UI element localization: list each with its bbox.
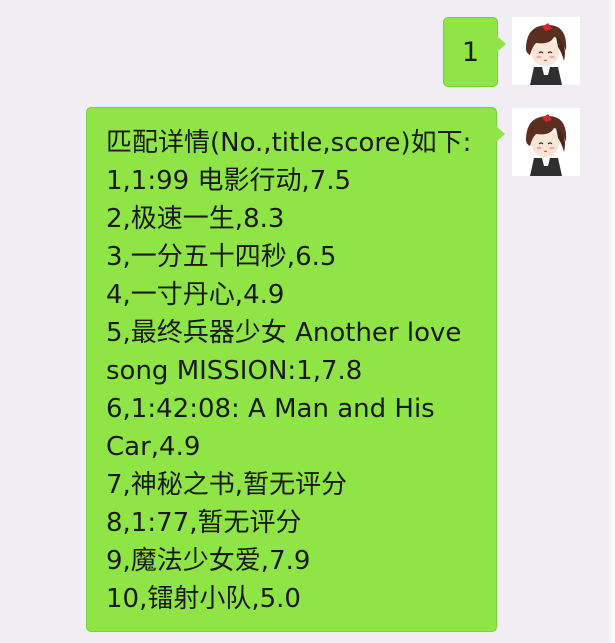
message-line: 9,魔法少女爱,7.9 — [106, 546, 311, 576]
message-line: 5,最终兵器少女 Another love — [106, 318, 462, 348]
message-line: 10,镭射小队,5.0 — [106, 584, 301, 614]
message-line: 匹配详情(No.,title,score)如下: — [106, 128, 472, 158]
avatar-icon — [512, 17, 580, 85]
message-line: 3,一分五十四秒,6.5 — [106, 242, 337, 272]
message-text: 1 — [461, 36, 480, 68]
chat-window: 1 匹配详情(No.,title,score)如下: 1,1:99 电影行动,7… — [0, 0, 615, 643]
user-avatar[interactable] — [512, 108, 580, 176]
message-line: 2,极速一生,8.3 — [106, 204, 285, 234]
message-line: 4,一寸丹心,4.9 — [106, 280, 285, 310]
message-bubble[interactable]: 匹配详情(No.,title,score)如下: 1,1:99 电影行动,7.5… — [86, 107, 505, 632]
message-bubble[interactable]: 1 — [443, 17, 506, 87]
scroll-edge — [607, 0, 615, 643]
message-line: song MISSION:1,7.8 — [106, 356, 363, 386]
message-line: 1,1:99 电影行动,7.5 — [106, 166, 352, 196]
message-line: 8,1:77,暂无评分 — [106, 508, 302, 538]
avatar-icon — [512, 108, 580, 176]
message-line: Car,4.9 — [106, 432, 201, 462]
message-line: 7,神秘之书,暂无评分 — [106, 470, 348, 500]
user-avatar[interactable] — [512, 17, 580, 85]
message-line: 6,1:42:08: A Man and His — [106, 394, 435, 424]
